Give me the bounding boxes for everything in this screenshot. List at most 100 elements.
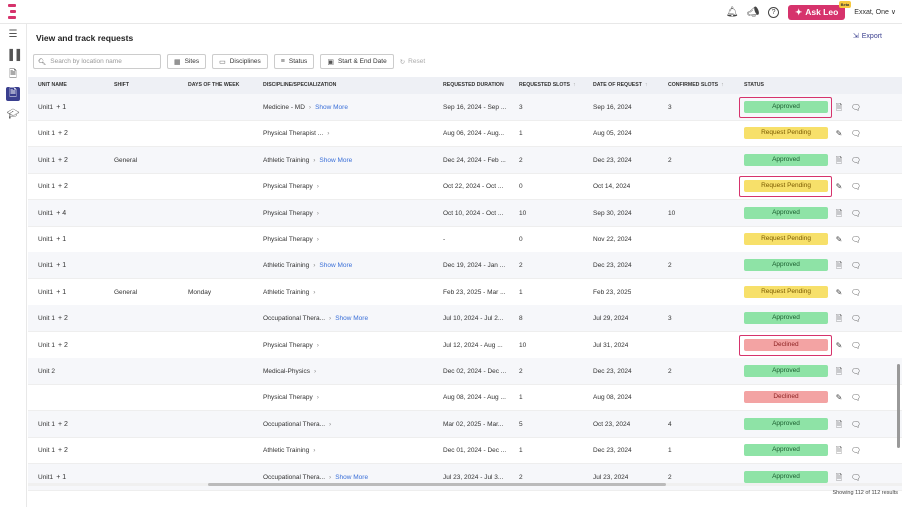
horizontal-scrollbar[interactable] bbox=[208, 483, 666, 486]
col-days[interactable]: DAYS OF THE WEEK bbox=[188, 77, 239, 94]
chat-icon[interactable]: 🗨 bbox=[850, 181, 862, 192]
chevron-right-icon[interactable]: › bbox=[317, 236, 319, 243]
help-icon[interactable]: ? bbox=[768, 6, 780, 18]
chat-icon[interactable]: 🗨 bbox=[850, 234, 862, 245]
chat-icon[interactable]: 🗨 bbox=[850, 128, 862, 139]
chat-icon[interactable]: 🗨 bbox=[850, 155, 862, 166]
more-units-count[interactable]: + 1 bbox=[56, 289, 66, 296]
chevron-right-icon[interactable]: › bbox=[329, 315, 331, 322]
more-units-count[interactable]: + 2 bbox=[58, 315, 68, 322]
more-units-count[interactable]: + 1 bbox=[56, 474, 66, 481]
chat-icon[interactable]: 🗨 bbox=[850, 102, 862, 113]
more-units-count[interactable]: + 2 bbox=[58, 183, 68, 190]
disciplines-filter-button[interactable]: ▭ Disciplines bbox=[212, 54, 268, 69]
table-row[interactable]: Unit1 + 1 Medicine - MD › Show More Sep 16, 2… bbox=[28, 94, 902, 121]
chevron-right-icon[interactable]: › bbox=[313, 157, 315, 164]
col-unit-name[interactable]: UNIT NAME bbox=[38, 77, 67, 94]
chat-icon[interactable]: 🗨 bbox=[850, 260, 862, 271]
more-units-count[interactable]: + 1 bbox=[56, 104, 66, 111]
chevron-right-icon[interactable]: › bbox=[313, 289, 315, 296]
chat-icon[interactable]: 🗨 bbox=[850, 419, 862, 430]
show-more-link[interactable]: Show More bbox=[319, 262, 352, 269]
chat-icon[interactable]: 🗨 bbox=[850, 366, 862, 377]
table-row[interactable]: Unit 2 Medical-Physics › Dec 02, 2024 - Dec… bbox=[28, 358, 902, 385]
col-confirmed[interactable]: CONFIRMED SLOTS ↑ bbox=[668, 77, 724, 94]
chat-icon[interactable]: 🗨 bbox=[850, 445, 862, 456]
table-row[interactable]: Unit1 + 4 Physical Therapy › Oct 10, 2024 - … bbox=[28, 199, 902, 227]
chevron-right-icon[interactable]: › bbox=[317, 183, 319, 190]
table-row[interactable]: Unit 1 + 2 Athletic Training › Dec 01, 2024 … bbox=[28, 437, 902, 465]
chevron-right-icon[interactable]: › bbox=[329, 474, 331, 481]
document-icon[interactable]: 🗎 bbox=[834, 102, 844, 113]
table-row[interactable]: Unit 1 + 2 Occupational Thera... › Mar 02, 2… bbox=[28, 410, 902, 438]
table-row[interactable]: Unit 1 + 2 Physical Therapy › Jul 12, 2024 -… bbox=[28, 332, 902, 359]
col-date[interactable]: DATE OF REQUEST ↑ bbox=[593, 77, 648, 94]
edit-icon[interactable]: ✎ bbox=[834, 181, 844, 192]
show-more-link[interactable]: Show More bbox=[335, 474, 368, 481]
analytics-icon[interactable]: ▐▐ bbox=[6, 48, 20, 62]
more-units-count[interactable]: + 2 bbox=[58, 421, 68, 428]
reset-button[interactable]: ↻ Reset bbox=[400, 58, 425, 66]
document-icon[interactable]: 🗎 bbox=[834, 419, 844, 430]
chat-icon[interactable]: 🗨 bbox=[850, 392, 862, 403]
more-units-count[interactable]: + 2 bbox=[58, 342, 68, 349]
chevron-right-icon[interactable]: › bbox=[317, 210, 319, 217]
document-icon[interactable]: 🗎 bbox=[834, 313, 844, 324]
edit-icon[interactable]: ✎ bbox=[834, 128, 844, 139]
more-units-count[interactable]: + 4 bbox=[56, 210, 66, 217]
col-duration[interactable]: REQUESTED DURATION bbox=[443, 77, 504, 94]
chat-icon[interactable]: 🗨 bbox=[850, 208, 862, 219]
bell-icon[interactable]: 🔔︎ bbox=[726, 6, 739, 18]
chevron-right-icon[interactable]: › bbox=[317, 342, 319, 349]
chat-icon[interactable]: 🗨 bbox=[850, 313, 862, 324]
chevron-right-icon[interactable]: › bbox=[313, 262, 315, 269]
chevron-right-icon[interactable]: › bbox=[327, 130, 329, 137]
search-input[interactable]: 🔍︎ Search by location name bbox=[33, 54, 161, 69]
more-units-count[interactable]: + 2 bbox=[58, 157, 68, 164]
graduation-cap-icon[interactable]: 🎓︎ bbox=[6, 107, 20, 121]
status-filter-button[interactable]: ≡ Status bbox=[273, 54, 315, 69]
show-more-link[interactable]: Show More bbox=[335, 315, 368, 322]
show-more-link[interactable]: Show More bbox=[315, 104, 348, 111]
col-discipline[interactable]: DISCIPLINE/SPECIALIZATION bbox=[263, 77, 336, 94]
table-row[interactable]: Unit1 + 1 Physical Therapy › - 0 Nov 22, 2024 R… bbox=[28, 226, 902, 253]
chat-icon[interactable]: 🗨 bbox=[850, 287, 862, 298]
document-icon[interactable]: 🗎 bbox=[834, 366, 844, 377]
ask-leo-button[interactable]: ✦ Ask Leo Beta bbox=[788, 0, 852, 20]
requests-document-icon[interactable]: 🗎 bbox=[6, 87, 20, 101]
more-units-count[interactable]: + 2 bbox=[58, 447, 68, 454]
chevron-right-icon[interactable]: › bbox=[329, 421, 331, 428]
edit-icon[interactable]: ✎ bbox=[834, 340, 844, 351]
chevron-right-icon[interactable]: › bbox=[313, 447, 315, 454]
chevron-right-icon[interactable]: › bbox=[309, 104, 311, 111]
table-row[interactable]: Physical Therapy › Aug 08, 2024 - Aug ... 1… bbox=[28, 384, 902, 412]
vertical-scrollbar[interactable] bbox=[897, 364, 900, 448]
chevron-right-icon[interactable]: › bbox=[317, 394, 319, 401]
table-row[interactable]: Unit1 + 1 Occupational Thera... › Show More J… bbox=[28, 463, 902, 491]
document-icon[interactable]: 🗎 bbox=[834, 445, 844, 456]
chat-icon[interactable]: 🗨 bbox=[850, 472, 862, 483]
date-filter-button[interactable]: ▣ Start & End Date bbox=[320, 54, 394, 69]
edit-icon[interactable]: ✎ bbox=[834, 392, 844, 403]
more-units-count[interactable]: + 1 bbox=[56, 262, 66, 269]
document-icon[interactable]: 🗎 bbox=[6, 68, 20, 82]
col-slots[interactable]: REQUESTED SLOTS ↑ bbox=[519, 77, 576, 94]
export-button[interactable]: ⇲ Export bbox=[853, 32, 882, 41]
megaphone-icon[interactable]: 📣︎ bbox=[747, 6, 760, 18]
document-icon[interactable]: 🗎 bbox=[834, 155, 844, 166]
table-row[interactable]: Unit 1 + 2 Occupational Thera... › Show More… bbox=[28, 305, 902, 333]
user-menu[interactable]: Exxat, One ∨ bbox=[854, 8, 896, 16]
document-icon[interactable]: 🗎 bbox=[834, 472, 844, 483]
exxat-logo[interactable] bbox=[6, 4, 18, 20]
table-row[interactable]: Unit1 + 1 General Monday Athletic Training › F… bbox=[28, 279, 902, 306]
more-units-count[interactable]: + 1 bbox=[56, 236, 66, 243]
sites-filter-button[interactable]: ▦ Sites bbox=[167, 54, 207, 69]
col-status[interactable]: STATUS bbox=[744, 77, 764, 94]
table-row[interactable]: Unit1 + 1 Athletic Training › Show More Dec 1… bbox=[28, 252, 902, 280]
edit-icon[interactable]: ✎ bbox=[834, 234, 844, 245]
table-row[interactable]: Unit 1 + 2 General Athletic Training › Show M… bbox=[28, 146, 902, 174]
document-icon[interactable]: 🗎 bbox=[834, 208, 844, 219]
table-row[interactable]: Unit 1 + 2 Physical Therapist ... › Aug 06, … bbox=[28, 120, 902, 148]
table-row[interactable]: Unit 1 + 2 Physical Therapy › Oct 22, 2024 -… bbox=[28, 173, 902, 201]
col-shift[interactable]: SHIFT bbox=[114, 77, 129, 94]
